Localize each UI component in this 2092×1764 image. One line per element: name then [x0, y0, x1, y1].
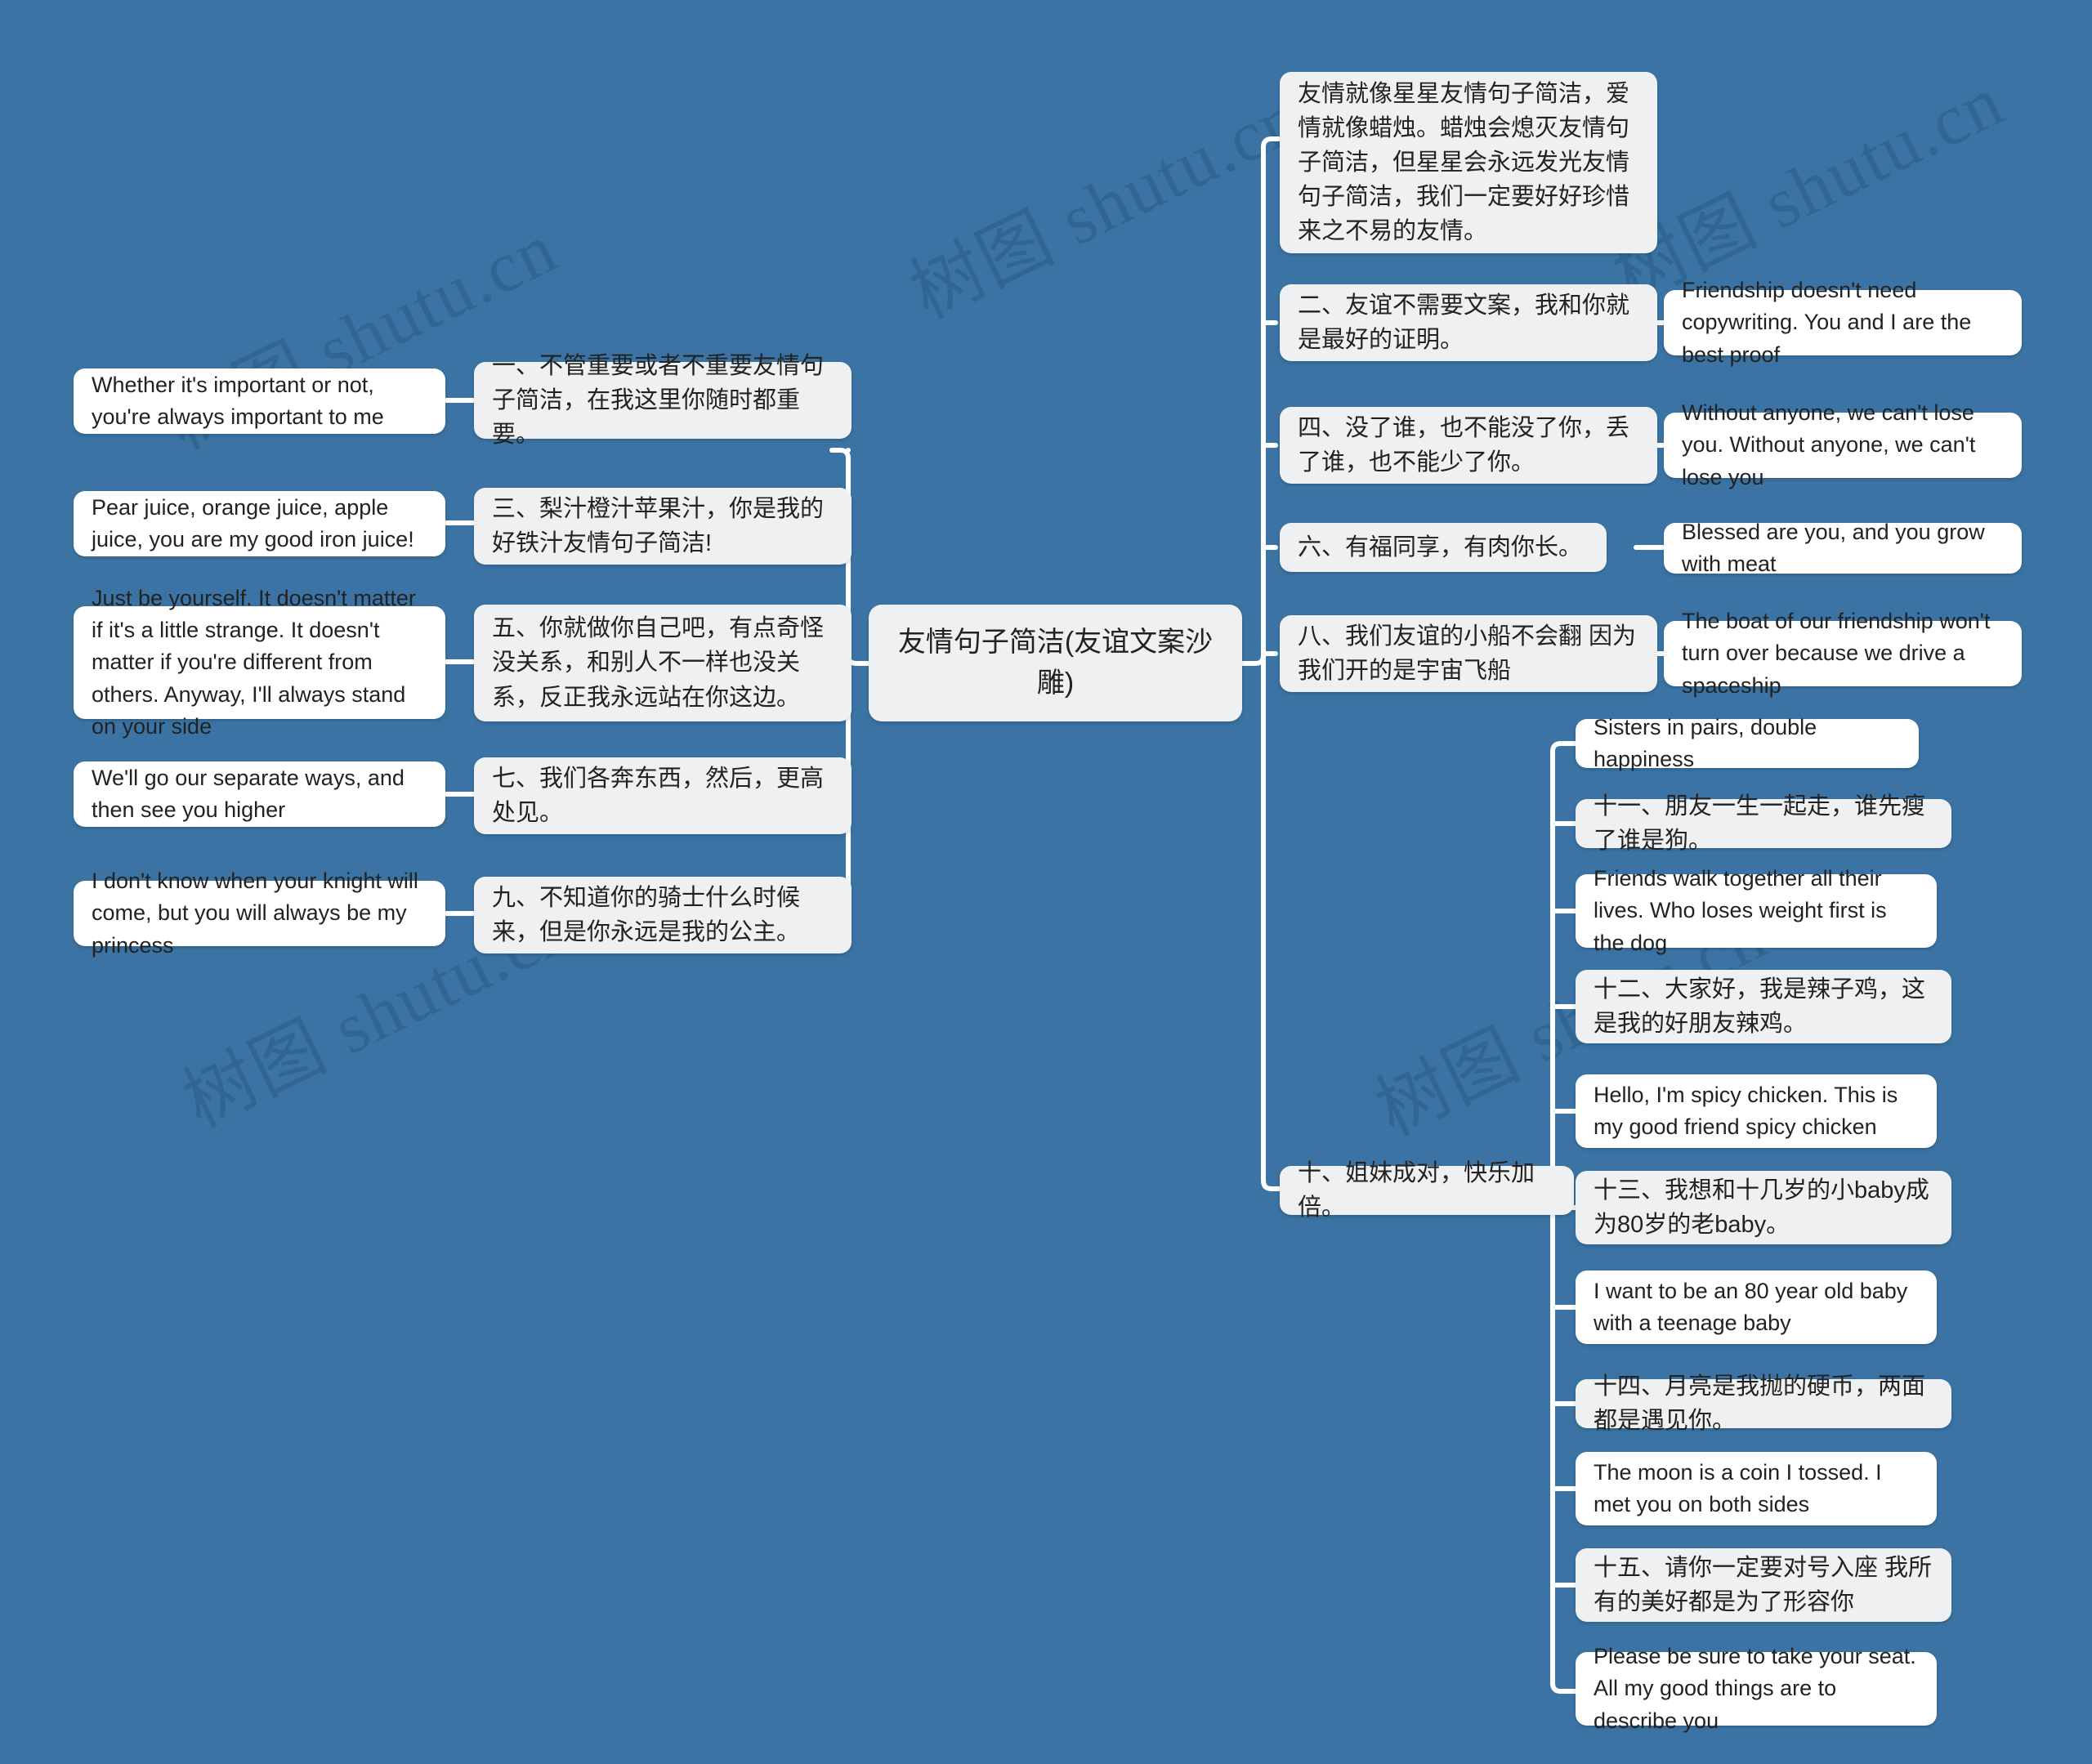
node-label: Blessed are you, and you grow with meat	[1682, 519, 1985, 576]
mindmap-canvas: 树图 shutu.cn 树图 shutu.cn 树图 shutu.cn 树图 s…	[0, 0, 2092, 1764]
node-label: 八、我们友谊的小船不会翻 因为我们开的是宇宙飞船	[1298, 623, 1637, 684]
root-label: 友情句子简洁(友谊文案沙雕)	[897, 627, 1214, 699]
node-label: 三、梨汁橙汁苹果汁，你是我的好铁汁友情句子简洁!	[492, 495, 825, 556]
sisters-child-2[interactable]: 十一、朋友一生一起走，谁先瘦了谁是狗。	[1576, 793, 1951, 854]
sisters-child-9[interactable]: The moon is a coin I tossed. I met you o…	[1576, 1452, 1937, 1525]
node-label: Pear juice, orange juice, apple juice, y…	[92, 494, 414, 552]
left-node-5-cn[interactable]: 九、不知道你的骑士什么时候来，但是你永远是我的公主。	[474, 877, 852, 953]
node-label: Without anyone, we can't lose you. Witho…	[1682, 400, 1976, 489]
node-label: The boat of our friendship won't turn ov…	[1682, 609, 1991, 698]
sisters-child-11[interactable]: Please be sure to take your seat. All my…	[1576, 1644, 1937, 1733]
sisters-child-8[interactable]: 十四、月亮是我抛的硬币，两面都是遇见你。	[1576, 1373, 1951, 1434]
node-label: 五、你就做你自己吧，有点奇怪没关系，和别人不一样也没关系，反正我永远站在你这边。	[492, 615, 825, 711]
node-label: Just be yourself. It doesn't matter if i…	[92, 586, 416, 739]
node-label: 十一、朋友一生一起走，谁先瘦了谁是狗。	[1594, 793, 1926, 854]
node-label: 七、我们各奔东西，然后，更高处见。	[492, 765, 825, 826]
left-node-1-cn[interactable]: 一、不管重要或者不重要友情句子简洁，在我这里你随时都重要。	[474, 353, 852, 448]
node-label: 友情就像星星友情句子简洁，爱情就像蜡烛。蜡烛会熄灭友情句子简洁，但星星会永远发光…	[1298, 80, 1630, 245]
node-label: 十四、月亮是我抛的硬币，两面都是遇见你。	[1594, 1373, 1926, 1434]
node-label: Sisters in pairs, double happiness	[1594, 714, 1817, 771]
right-node-4-cn[interactable]: 四、没了谁，也不能没了你，丢了谁，也不能少了你。	[1280, 407, 1657, 484]
node-label: Friendship doesn't need copywriting. You…	[1682, 278, 1972, 367]
node-label: 四、没了谁，也不能没了你，丢了谁，也不能少了你。	[1298, 414, 1630, 476]
right-node-6-en[interactable]: Blessed are you, and you grow with meat	[1664, 520, 2022, 576]
node-label: 一、不管重要或者不重要友情句子简洁，在我这里你随时都重要。	[492, 352, 825, 449]
node-label: 十五、请你一定要对号入座 我所有的美好都是为了形容你	[1594, 1554, 1933, 1615]
right-node-6-cn[interactable]: 六、有福同享，有肉你长。	[1280, 523, 1607, 572]
node-label: Friends walk together all their lives. W…	[1594, 866, 1887, 955]
sisters-child-6[interactable]: 十三、我想和十几岁的小baby成为80岁的老baby。	[1576, 1171, 1951, 1244]
node-label: Hello, I'm spicy chicken. This is my goo…	[1594, 1082, 1898, 1139]
node-label: 六、有福同享，有肉你长。	[1298, 534, 1583, 560]
node-label: I don't know when your knight will come,…	[92, 869, 418, 958]
node-label: 九、不知道你的骑士什么时候来，但是你永远是我的公主。	[492, 884, 801, 945]
node-label: Please be sure to take your seat. All my…	[1594, 1644, 1916, 1733]
sisters-child-10[interactable]: 十五、请你一定要对号入座 我所有的美好都是为了形容你	[1576, 1548, 1951, 1622]
left-node-2-en[interactable]: Pear juice, orange juice, apple juice, y…	[74, 491, 445, 556]
left-node-4-en[interactable]: We'll go our separate ways, and then see…	[74, 761, 445, 827]
right-node-4-en[interactable]: Without anyone, we can't lose you. Witho…	[1664, 400, 2022, 489]
left-node-1-en[interactable]: Whether it's important or not, you're al…	[74, 368, 445, 434]
right-node-0-cn[interactable]: 友情就像星星友情句子简洁，爱情就像蜡烛。蜡烛会熄灭友情句子简洁，但星星会永远发光…	[1280, 72, 1657, 253]
left-node-4-cn[interactable]: 七、我们各奔东西，然后，更高处见。	[474, 757, 852, 834]
node-label: Whether it's important or not, you're al…	[92, 372, 384, 429]
left-node-3-cn[interactable]: 五、你就做你自己吧，有点奇怪没关系，和别人不一样也没关系，反正我永远站在你这边。	[474, 605, 852, 721]
node-label: We'll go our separate ways, and then see…	[92, 765, 405, 822]
node-label: I want to be an 80 year old baby with a …	[1594, 1278, 1908, 1335]
node-label: 二、友谊不需要文案，我和你就是最好的证明。	[1298, 292, 1630, 353]
sisters-child-7[interactable]: I want to be an 80 year old baby with a …	[1576, 1271, 1937, 1344]
root-node[interactable]: 友情句子简洁(友谊文案沙雕)	[869, 605, 1242, 721]
left-node-3-en[interactable]: Just be yourself. It doesn't matter if i…	[74, 586, 445, 739]
left-node-5-en[interactable]: I don't know when your knight will come,…	[74, 869, 445, 958]
node-label: 十三、我想和十几岁的小baby成为80岁的老baby。	[1594, 1177, 1929, 1238]
node-label: 十、姐妹成对，快乐加倍。	[1298, 1159, 1535, 1221]
node-label: The moon is a coin I tossed. I met you o…	[1594, 1459, 1882, 1516]
right-node-2-cn[interactable]: 二、友谊不需要文案，我和你就是最好的证明。	[1280, 284, 1657, 361]
right-node-8-en[interactable]: The boat of our friendship won't turn ov…	[1664, 609, 2022, 698]
sisters-child-3[interactable]: Friends walk together all their lives. W…	[1576, 866, 1937, 955]
right-node-8-cn[interactable]: 八、我们友谊的小船不会翻 因为我们开的是宇宙飞船	[1280, 615, 1657, 692]
node-label: 十二、大家好，我是辣子鸡，这是我的好朋友辣鸡。	[1594, 976, 1926, 1037]
sisters-child-1[interactable]: Sisters in pairs, double happiness	[1576, 715, 1919, 771]
right-node-2-en[interactable]: Friendship doesn't need copywriting. You…	[1664, 278, 2022, 367]
sisters-child-4[interactable]: 十二、大家好，我是辣子鸡，这是我的好朋友辣鸡。	[1576, 970, 1951, 1043]
sisters-node[interactable]: 十、姐妹成对，快乐加倍。	[1280, 1160, 1574, 1221]
sisters-child-5[interactable]: Hello, I'm spicy chicken. This is my goo…	[1576, 1074, 1937, 1148]
watermark: 树图 shutu.cn	[899, 78, 1313, 334]
left-node-2-cn[interactable]: 三、梨汁橙汁苹果汁，你是我的好铁汁友情句子简洁!	[474, 488, 852, 565]
